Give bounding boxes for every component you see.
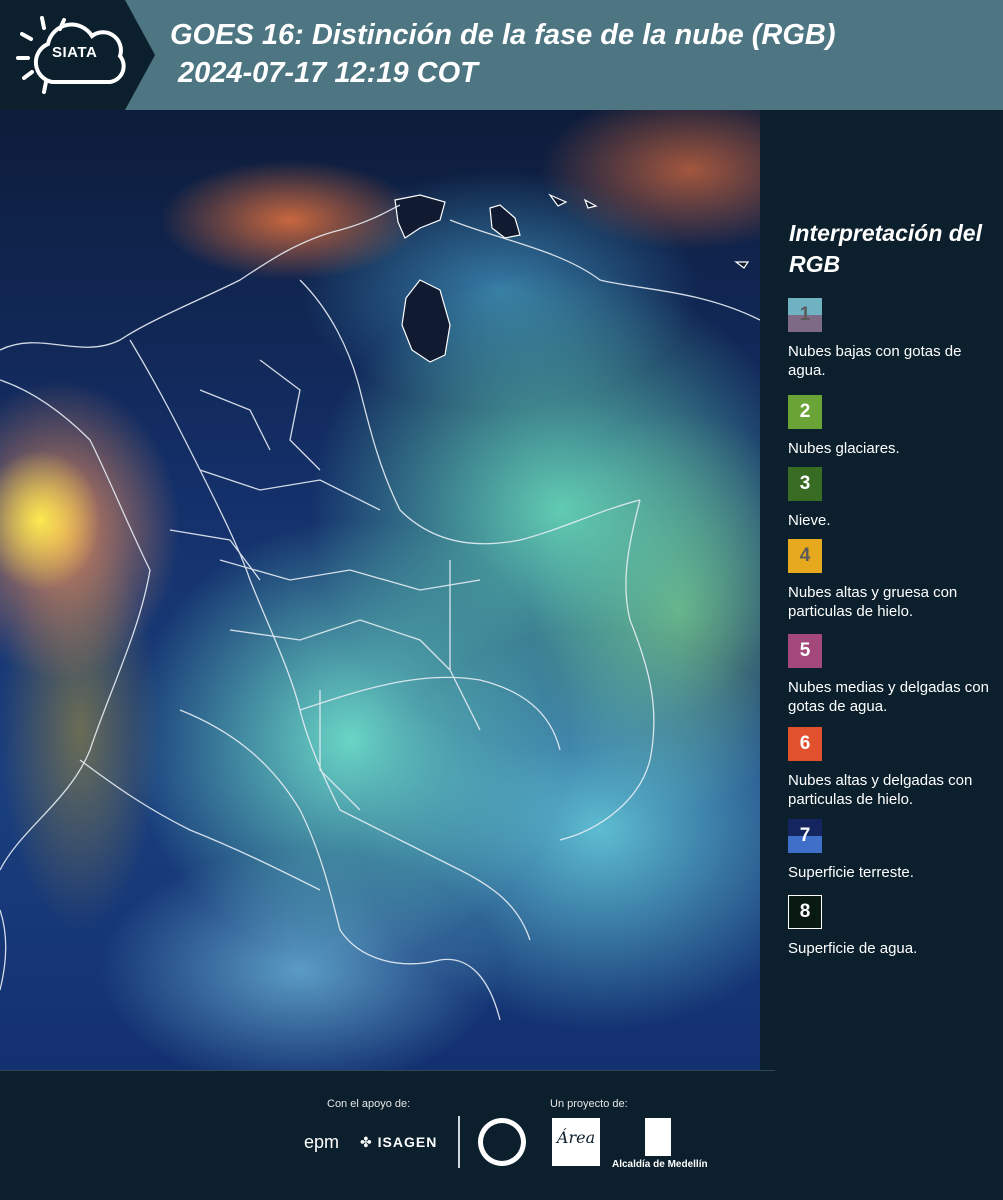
legend-item: 1 Nubes bajas con gotas de agua. (788, 298, 998, 380)
legend-item: 7 Superficie terreste. (788, 819, 998, 882)
footer-divider (0, 1070, 775, 1071)
lake-maracaibo (401, 279, 451, 363)
legend-item: 3 Nieve. (788, 467, 998, 530)
legend-item: 2 Nubes glaciares. (788, 395, 998, 458)
legend-number: 1 (799, 304, 811, 325)
satellite-rgb-map (0, 110, 760, 1070)
coastline-ecuador (0, 909, 7, 991)
page-title: GOES 16: Distinción de la fase de la nub… (170, 19, 836, 51)
legend-swatch: 4 (788, 539, 822, 573)
siata-logo-text: SIATA (52, 44, 98, 61)
footer: Con el apoyo de: Un proyecto de: epm ✤ I… (0, 1070, 1003, 1200)
coastline-pacific (0, 379, 151, 871)
coastline-caribbean (0, 204, 401, 351)
area-metropolitana-logo: Área (552, 1118, 600, 1166)
legend-panel: Interpretación del RGB 1 Nubes bajas con… (760, 110, 1003, 1070)
legend-number: 8 (799, 901, 811, 922)
alcaldia-logo-text: Alcaldía de Medellín (612, 1159, 708, 1170)
legend-label: Nubes glaciares. (788, 440, 900, 457)
legend-swatch: 5 (788, 634, 822, 668)
department-border (259, 359, 321, 471)
department-border (449, 560, 481, 731)
legend-label: Nubes altas y gruesa con particulas de h… (788, 584, 958, 620)
legend-label: Superficie terreste. (788, 864, 914, 881)
legend-item: 8 Superficie de agua. (788, 895, 998, 958)
legend-number: 5 (799, 640, 811, 661)
department-border (319, 690, 361, 811)
coastline-venezuela (449, 219, 760, 321)
isagen-logo-text: ISAGEN (377, 1134, 438, 1150)
border-col-ecu (79, 759, 321, 891)
legend-swatch: 7 (788, 819, 822, 853)
legend-number: 2 (799, 401, 811, 422)
legend-swatch: 2 (788, 395, 822, 429)
island (583, 198, 598, 209)
legend-item: 6 Nubes altas y delgadas con particulas … (788, 727, 998, 809)
isagen-logo: ✤ ISAGEN (360, 1134, 438, 1150)
footer-vertical-divider (458, 1116, 460, 1168)
legend-swatch: 3 (788, 467, 822, 501)
legend-title: Interpretación del RGB (789, 220, 982, 277)
legend-label: Nubes altas y delgadas con particulas de… (788, 772, 973, 808)
legend-swatch: 6 (788, 727, 822, 761)
legend-label: Nieve. (788, 512, 831, 529)
alcaldia-shield-icon (645, 1118, 671, 1156)
legend-number: 7 (799, 825, 811, 846)
border-col-south (179, 709, 501, 1021)
seal-inner (483, 1123, 521, 1161)
legend-label: Nubes bajas con gotas de agua. (788, 343, 962, 379)
page-timestamp: 2024-07-17 12:19 COT (178, 57, 478, 89)
department-border (129, 339, 531, 941)
header-bar: SIATA GOES 16: Distinción de la fase de … (0, 0, 1003, 110)
department-border (199, 469, 381, 511)
legend-number: 4 (799, 545, 811, 566)
legend-swatch: 1 (788, 298, 822, 332)
paraguana (489, 204, 521, 239)
legend-swatch: 8 (788, 895, 822, 929)
legend-item: 5 Nubes medias y delgadas con gotas de a… (788, 634, 998, 716)
legend-item: 4 Nubes altas y gruesa con particulas de… (788, 539, 998, 621)
border-col-ven (299, 279, 641, 545)
legend-label: Superficie de agua. (788, 940, 918, 957)
project-label: Un proyecto de: (550, 1098, 628, 1110)
legend-number: 3 (799, 473, 811, 494)
legend-label: Nubes medias y delgadas con gotas de agu… (788, 679, 989, 715)
siata-logo: SIATA (0, 0, 155, 110)
gulf-venezuela (394, 194, 446, 239)
university-seal-logo (478, 1118, 526, 1166)
border-col-ven-east (559, 499, 655, 841)
department-border (299, 676, 561, 751)
department-border (229, 619, 451, 671)
island (548, 193, 568, 207)
department-border (199, 389, 271, 451)
epm-logo: epm (304, 1132, 340, 1152)
department-border (169, 529, 261, 581)
country-borders (0, 193, 760, 1021)
department-border (219, 559, 481, 591)
legend-number: 6 (799, 733, 811, 754)
island (734, 261, 750, 269)
support-label: Con el apoyo de: (327, 1098, 411, 1110)
